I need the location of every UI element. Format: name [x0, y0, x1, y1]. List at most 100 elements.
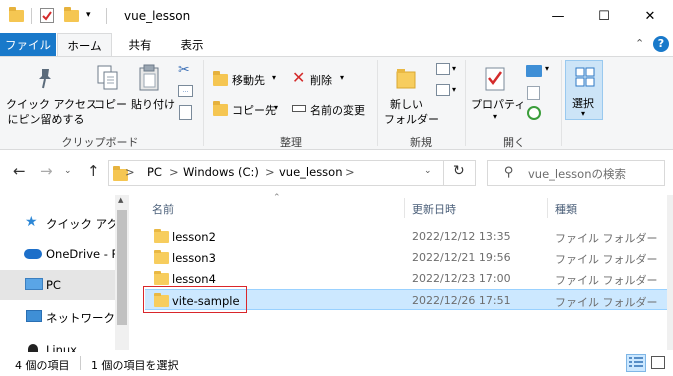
- file-row-lesson3[interactable]: lesson3 2022/12/21 19:56 ファイル フォルダー: [145, 247, 667, 268]
- breadcrumb-separator: >: [169, 165, 179, 179]
- pin-label-line2: にピン留めする: [7, 113, 85, 126]
- search-input-placeholder: vue_lessonの検索: [528, 167, 626, 181]
- nav-item-linux[interactable]: Linux: [0, 338, 115, 352]
- column-header-type[interactable]: 種類: [555, 201, 577, 217]
- properties-button[interactable]: プロパティ ▾: [468, 62, 525, 128]
- new-item-icon[interactable]: [436, 63, 450, 75]
- copy-to-button[interactable]: コピー先 ▾: [210, 99, 288, 119]
- close-icon: ✕: [644, 8, 656, 24]
- copy-to-icon: [213, 101, 228, 116]
- select-button[interactable]: 選択 ▾: [565, 60, 603, 120]
- recent-locations-icon[interactable]: ⌄: [64, 166, 72, 176]
- file-date: 2022/12/12 13:35: [412, 230, 511, 243]
- column-header-date[interactable]: 更新日時: [412, 201, 456, 217]
- chevron-down-icon[interactable]: ▾: [452, 64, 456, 73]
- copy-path-icon[interactable]: …: [178, 85, 193, 97]
- up-arrow-icon[interactable]: ↑: [87, 162, 100, 180]
- breadcrumb-drive[interactable]: Windows (C:): [183, 165, 259, 179]
- ribbon-separator: [561, 60, 562, 146]
- tab-file[interactable]: ファイル: [0, 33, 56, 56]
- file-row-lesson2[interactable]: lesson2 2022/12/12 13:35 ファイル フォルダー: [145, 226, 667, 247]
- minimize-button[interactable]: —: [535, 0, 581, 32]
- refresh-icon[interactable]: ↻: [453, 163, 465, 179]
- rename-button[interactable]: 名前の変更: [290, 99, 372, 119]
- tab-home[interactable]: ホーム: [57, 33, 112, 57]
- divider: [106, 8, 107, 24]
- breadcrumb-separator: >: [345, 165, 355, 179]
- chevron-down-icon: ▾: [272, 73, 277, 82]
- move-to-label: 移動先: [232, 74, 265, 87]
- nav-item-network[interactable]: ネットワーク: [0, 302, 115, 332]
- file-name: lesson4: [172, 272, 216, 286]
- highlight-box: [143, 286, 247, 313]
- paste-button[interactable]: 貼り付け: [128, 62, 175, 128]
- open-icon[interactable]: [526, 65, 542, 77]
- list-scrollbar[interactable]: [667, 195, 673, 350]
- divider: [31, 8, 32, 24]
- file-name: lesson2: [172, 230, 216, 244]
- move-to-icon: [213, 71, 228, 86]
- column-header-name[interactable]: 名前: [152, 201, 174, 217]
- column-divider[interactable]: [547, 198, 548, 218]
- properties-check-icon[interactable]: [40, 8, 54, 23]
- open-group-label: 開く: [503, 136, 525, 149]
- file-type: ファイル フォルダー: [555, 274, 658, 287]
- copy-button[interactable]: コピー: [90, 62, 127, 128]
- edit-icon[interactable]: [527, 86, 540, 100]
- history-icon[interactable]: [527, 106, 541, 120]
- large-icons-view-icon[interactable]: [651, 356, 665, 369]
- copy-label: コピー: [94, 98, 127, 111]
- breadcrumb-folder[interactable]: vue_lesson: [279, 165, 343, 179]
- rename-icon: [292, 105, 306, 112]
- tab-share[interactable]: 共有: [118, 33, 162, 56]
- nav-item-label: Linux: [46, 343, 77, 352]
- address-dropdown-icon[interactable]: ⌄: [424, 166, 432, 176]
- tab-view[interactable]: 表示: [170, 33, 214, 56]
- column-divider[interactable]: [404, 198, 405, 218]
- window-title: vue_lesson: [124, 9, 191, 23]
- easy-access-icon[interactable]: [436, 84, 450, 96]
- maximize-button[interactable]: ☐: [581, 0, 627, 32]
- paste-shortcut-icon[interactable]: [179, 105, 192, 120]
- chevron-down-icon[interactable]: ▾: [545, 64, 549, 73]
- title-bar: ▾ vue_lesson — ☐ ✕: [0, 0, 673, 32]
- nav-scroll-thumb[interactable]: [117, 210, 127, 325]
- chevron-down-icon[interactable]: ▾: [452, 85, 456, 94]
- ribbon-separator: [377, 60, 378, 146]
- new-folder-button[interactable]: 新しい フォルダー: [382, 62, 439, 128]
- file-type: ファイル フォルダー: [555, 253, 658, 266]
- forward-arrow-icon[interactable]: →: [40, 162, 53, 180]
- sort-indicator-icon: ⌃: [273, 193, 281, 203]
- minimize-icon: —: [551, 8, 565, 24]
- close-button[interactable]: ✕: [627, 0, 673, 32]
- customize-toolbar-icon[interactable]: ▾: [86, 10, 91, 20]
- move-to-button[interactable]: 移動先 ▾: [210, 69, 288, 89]
- selected-count: 1 個の項目を選択: [91, 359, 179, 372]
- scroll-up-icon[interactable]: ▲: [118, 196, 123, 204]
- maximize-icon: ☐: [598, 8, 610, 24]
- nav-item-onedrive[interactable]: OneDrive - P: [0, 239, 118, 269]
- folder-icon: [154, 229, 169, 243]
- pin-quick-access-button[interactable]: クイック アクセス にピン留めする: [4, 62, 97, 128]
- breadcrumb-separator: >: [125, 165, 135, 179]
- help-icon[interactable]: ?: [653, 36, 669, 52]
- nav-item-quick-access[interactable]: ★ クイック アクセ: [0, 208, 130, 238]
- cut-icon[interactable]: ✂: [178, 62, 190, 78]
- divider: [443, 161, 444, 185]
- new-folder-icon[interactable]: [64, 7, 79, 22]
- cloud-icon: [24, 249, 42, 259]
- linux-icon: [28, 344, 38, 352]
- folder-icon[interactable]: [9, 7, 24, 22]
- status-bar: 4 個の項目 1 個の項目を選択: [0, 352, 673, 376]
- new-group-label: 新規: [410, 136, 432, 149]
- paste-label: 貼り付け: [131, 98, 175, 111]
- collapse-ribbon-icon[interactable]: ⌃: [635, 37, 644, 50]
- search-box[interactable]: ⚲ vue_lessonの検索: [487, 160, 665, 186]
- new-folder-label-line2: フォルダー: [384, 113, 439, 126]
- back-arrow-icon[interactable]: ←: [13, 162, 26, 180]
- delete-button[interactable]: ✕ 削除 ▾: [290, 68, 350, 89]
- network-icon: [26, 310, 42, 322]
- details-view-icon[interactable]: [626, 354, 646, 372]
- nav-item-pc[interactable]: PC: [0, 270, 115, 300]
- breadcrumb-pc[interactable]: PC: [147, 165, 162, 179]
